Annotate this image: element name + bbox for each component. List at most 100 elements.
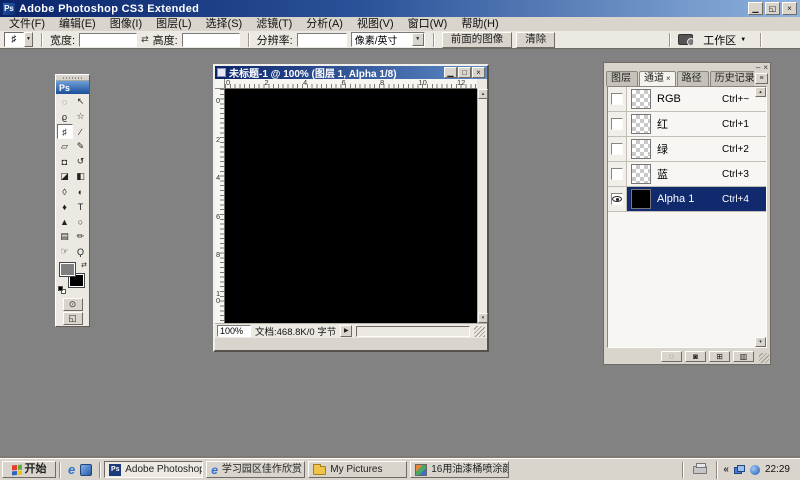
zoom-level-input[interactable]	[217, 325, 251, 337]
task-my-pictures[interactable]: My Pictures	[308, 461, 407, 478]
task-ie-gallery[interactable]: e 学习园区佳作欣赏 摄...	[206, 461, 305, 478]
document-titlebar[interactable]: 未标题-1 @ 100% (图层 1, Alpha 1/8) ▁□×	[215, 66, 487, 79]
start-button[interactable]: 开始	[2, 461, 56, 478]
menu-edit[interactable]: 编辑(E)	[52, 17, 103, 31]
scroll-down-icon[interactable]: ▾	[755, 337, 766, 347]
minimize-button[interactable]: ▁	[748, 2, 763, 15]
printer-icon[interactable]	[693, 466, 707, 474]
menu-image[interactable]: 图像(I)	[103, 17, 149, 31]
height-input[interactable]	[182, 33, 240, 47]
swap-colors-icon[interactable]: ⇄	[81, 261, 87, 269]
task-paint-tutorial[interactable]: 16用油漆桶喷涂颜色....	[410, 461, 509, 478]
palette-menu-button[interactable]: ≡	[755, 73, 768, 84]
tray-app-icon[interactable]	[750, 465, 760, 475]
palette-header[interactable]: – × 图层通道×路径历史记录动作 ≡	[604, 63, 770, 86]
visibility-toggle[interactable]	[608, 112, 627, 136]
status-menu-button[interactable]: ▶	[340, 325, 352, 337]
tool-path-selection[interactable]: ▲	[57, 214, 73, 229]
tool-clone-stamp[interactable]: ◘	[57, 154, 73, 169]
tool-history-brush[interactable]: ↺	[73, 154, 89, 169]
vertical-scrollbar[interactable]: ▴ ▾	[477, 89, 487, 323]
resolution-unit-select[interactable]: 像素/英寸 ▼	[351, 32, 425, 47]
palette-close-button[interactable]: ×	[763, 64, 768, 72]
tool-eraser[interactable]: ◪	[57, 169, 73, 184]
tool-preset-dropdown[interactable]: ▼	[24, 32, 33, 47]
quick-mask-button[interactable]: ⊙	[63, 298, 83, 311]
close-button[interactable]: ×	[782, 2, 797, 15]
scroll-up-icon[interactable]: ▴	[478, 89, 488, 99]
doc-close-button[interactable]: ×	[472, 67, 485, 78]
canvas[interactable]	[225, 89, 477, 323]
clear-button[interactable]: 清除	[516, 32, 555, 48]
tool-hand[interactable]: ☞	[57, 244, 73, 259]
task-photoshop[interactable]: Ps Adobe Photoshop CS3...	[104, 461, 203, 478]
save-selection-button[interactable]: ◙	[685, 351, 706, 362]
tool-gradient[interactable]: ◧	[73, 169, 89, 184]
resize-grip[interactable]	[474, 326, 485, 337]
menu-view[interactable]: 视图(V)	[350, 17, 401, 31]
width-input[interactable]	[79, 33, 137, 47]
visibility-toggle[interactable]	[608, 87, 627, 111]
app-quick-launch-icon[interactable]	[80, 464, 92, 476]
scroll-down-icon[interactable]: ▾	[478, 313, 488, 323]
channel-row-green[interactable]: 绿 Ctrl+2	[608, 137, 766, 162]
palette-resize-grip[interactable]	[759, 353, 769, 363]
visibility-toggle[interactable]	[608, 187, 627, 211]
load-selection-button[interactable]: ◌	[661, 351, 682, 362]
tab-close-icon[interactable]: ×	[666, 74, 671, 83]
doc-minimize-button[interactable]: ▁	[444, 67, 457, 78]
menu-window[interactable]: 窗口(W)	[401, 17, 455, 31]
menu-select[interactable]: 选择(S)	[199, 17, 250, 31]
menu-analysis[interactable]: 分析(A)	[299, 17, 350, 31]
front-image-button[interactable]: 前面的图像	[442, 32, 513, 48]
channel-row-red[interactable]: 红 Ctrl+1	[608, 112, 766, 137]
tool-brush[interactable]: ✎	[73, 139, 89, 154]
restore-button[interactable]: ◱	[765, 2, 780, 15]
tool-lasso[interactable]: ϱ	[57, 109, 73, 124]
tool-blur[interactable]: ◊	[57, 184, 73, 199]
channel-row-alpha-1[interactable]: Alpha 1 Ctrl+4	[608, 187, 766, 212]
horizontal-scrollbar[interactable]	[356, 326, 470, 337]
delete-channel-button[interactable]: ▥	[733, 351, 754, 362]
scroll-up-icon[interactable]: ▴	[755, 87, 766, 97]
tab-history[interactable]: 历史记录	[710, 71, 754, 86]
network-icon[interactable]	[734, 465, 745, 474]
default-colors-icon[interactable]	[58, 286, 67, 294]
window-titlebar[interactable]: Ps Adobe Photoshop CS3 Extended ▁◱×	[0, 0, 800, 17]
workspace-dropdown[interactable]: 工作区 ▼	[697, 32, 752, 48]
tool-eyedropper[interactable]: ✏	[73, 229, 89, 244]
menu-file[interactable]: 文件(F)	[2, 17, 52, 31]
chevron-down-icon[interactable]: ▼	[412, 33, 424, 46]
bridge-icon[interactable]	[678, 34, 693, 45]
tool-slice[interactable]: ∕	[73, 124, 89, 139]
palette-minimize-button[interactable]: –	[756, 64, 760, 72]
tool-move[interactable]: ↖	[73, 94, 89, 109]
tab-layers[interactable]: 图层	[606, 71, 638, 86]
screen-mode-button[interactable]: ◱	[63, 312, 83, 325]
tool-healing-brush[interactable]: ▱	[57, 139, 73, 154]
resolution-input[interactable]	[297, 33, 347, 47]
palette-scrollbar[interactable]: ▴ ▾	[755, 87, 766, 347]
tool-zoom[interactable]: Ϙ	[73, 244, 89, 259]
tray-expand-icon[interactable]: «	[723, 464, 729, 475]
foreground-color-swatch[interactable]	[60, 263, 75, 276]
tool-pen[interactable]: ♦	[57, 199, 73, 214]
channel-row-blue[interactable]: 蓝 Ctrl+3	[608, 162, 766, 187]
channel-row-rgb[interactable]: RGB Ctrl+~	[608, 87, 766, 112]
new-channel-button[interactable]: ⊞	[709, 351, 730, 362]
ie-quick-launch-icon[interactable]: e	[68, 463, 75, 476]
menu-layer[interactable]: 图层(L)	[149, 17, 198, 31]
tool-shape[interactable]: ○	[73, 214, 89, 229]
visibility-toggle[interactable]	[608, 137, 627, 161]
tool-crop[interactable]: ♯	[57, 124, 73, 139]
visibility-toggle[interactable]	[608, 162, 627, 186]
doc-maximize-button[interactable]: □	[458, 67, 471, 78]
tool-magic-wand[interactable]: ☆	[73, 109, 89, 124]
swap-dimensions-icon[interactable]: ⇄	[141, 34, 149, 45]
tool-type[interactable]: T	[73, 199, 89, 214]
tool-notes[interactable]: ▤	[57, 229, 73, 244]
tab-paths[interactable]: 路径	[677, 71, 709, 86]
tool-dodge[interactable]: ◐	[73, 184, 89, 199]
menu-help[interactable]: 帮助(H)	[454, 17, 505, 31]
menu-filter[interactable]: 滤镜(T)	[249, 17, 299, 31]
